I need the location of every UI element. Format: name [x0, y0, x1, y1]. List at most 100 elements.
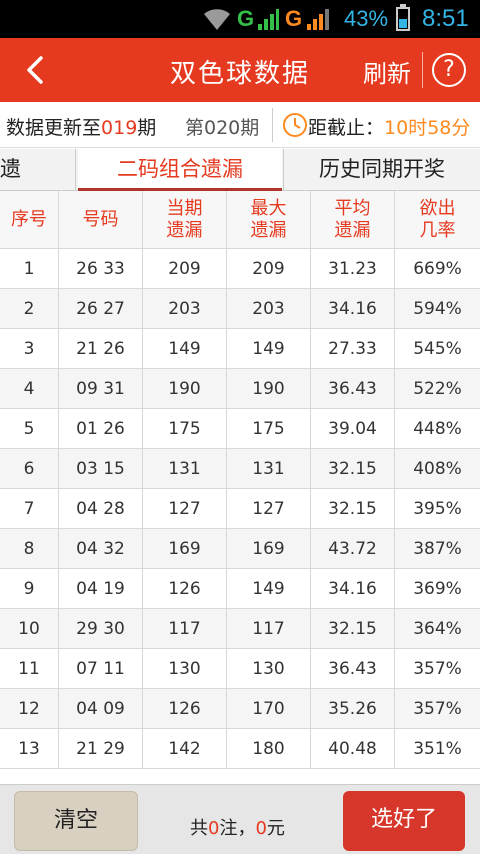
battery-icon [396, 4, 410, 31]
header-cell: 号码 [59, 191, 143, 248]
signal-icon-2 [307, 9, 329, 30]
table-cell: 169 [227, 529, 311, 568]
current-issue: 第020期 [185, 117, 260, 139]
table-row[interactable]: 9 04 19 126 149 34.16 369% [0, 569, 480, 609]
tab-bar: 遗漏 二码组合遗漏 历史同期开奖 [0, 149, 480, 191]
update-status: 数据更新至019期 [6, 117, 157, 139]
confirm-selection-button[interactable]: 选好了 [343, 791, 465, 851]
table-row[interactable]: 3 21 26 149 149 27.33 545% [0, 329, 480, 369]
help-button[interactable]: ? [432, 53, 466, 87]
table-cell: 03 15 [59, 449, 143, 488]
table-cell: 209 [227, 249, 311, 288]
table-cell: 131 [227, 449, 311, 488]
clock-icon [283, 113, 307, 137]
table-cell: 39.04 [311, 409, 395, 448]
table-cell: 669% [413, 258, 462, 279]
table-cell: 43.72 [311, 529, 395, 568]
table-cell: 522% [413, 378, 462, 399]
table-cell: 408% [413, 458, 462, 479]
table-cell: 09 31 [59, 369, 143, 408]
table-cell: 448% [413, 418, 462, 439]
table-cell: 36.43 [311, 369, 395, 408]
table-cell: 12 [0, 689, 59, 728]
table-cell: 142 [143, 729, 227, 768]
table-row[interactable]: 7 04 28 127 127 32.15 395% [0, 489, 480, 529]
table-row[interactable]: 1 26 33 209 209 31.23 669% [0, 249, 480, 289]
deadline-value: 10时58分 [384, 117, 471, 139]
table-cell: 11 [0, 649, 59, 688]
table-cell: 387% [413, 538, 462, 559]
table-cell: 04 28 [59, 489, 143, 528]
table-cell: 32.15 [311, 449, 395, 488]
table-header: 序号 号码 当期 遗漏 最大 遗漏 平均 遗漏 欲出 几率 [0, 191, 480, 249]
table-cell: 131 [143, 449, 227, 488]
table-cell: 117 [227, 609, 311, 648]
table-cell: 149 [227, 569, 311, 608]
table-cell: 10 [0, 609, 59, 648]
table-cell: 149 [227, 329, 311, 368]
table-cell: 169 [143, 529, 227, 568]
table-cell: 170 [227, 689, 311, 728]
title-bar: 双色球数据 刷新 ? [0, 38, 480, 102]
clock-time: 8:51 [422, 5, 469, 32]
table-cell: 130 [227, 649, 311, 688]
table-row[interactable]: 4 09 31 190 190 36.43 522% [0, 369, 480, 409]
wifi-icon [204, 9, 230, 31]
table-row[interactable]: 6 03 15 131 131 32.15 408% [0, 449, 480, 489]
network-type-2: G [285, 6, 303, 31]
tab-history-draws[interactable]: 历史同期开奖 [283, 149, 480, 191]
table-cell: 175 [227, 409, 311, 448]
table-cell: 13 [0, 729, 59, 768]
table-row[interactable]: 10 29 30 117 117 32.15 364% [0, 609, 480, 649]
table-cell: 6 [0, 449, 59, 488]
table-row[interactable]: 8 04 32 169 169 43.72 387% [0, 529, 480, 569]
table-cell: 364% [413, 618, 462, 639]
table-cell: 21 26 [59, 329, 143, 368]
bet-amount: 0 [255, 818, 267, 839]
table-cell: 32.15 [311, 489, 395, 528]
table-cell: 07 11 [59, 649, 143, 688]
table-cell: 190 [227, 369, 311, 408]
refresh-button[interactable]: 刷新 [363, 54, 411, 89]
table-cell: 395% [413, 498, 462, 519]
table-cell: 35.26 [311, 689, 395, 728]
table-cell: 126 [143, 689, 227, 728]
table-cell: 34.16 [311, 569, 395, 608]
table-cell: 130 [143, 649, 227, 688]
table-cell: 369% [413, 578, 462, 599]
table-cell: 117 [143, 609, 227, 648]
table-cell: 175 [143, 409, 227, 448]
clear-button[interactable]: 清空 [14, 791, 138, 851]
table-cell: 203 [143, 289, 227, 328]
tab-two-number-omission[interactable]: 二码组合遗漏 [78, 149, 282, 191]
table-cell: 149 [143, 329, 227, 368]
table-row[interactable]: 5 01 26 175 175 39.04 448% [0, 409, 480, 449]
table-row[interactable]: 13 21 29 142 180 40.48 351% [0, 729, 480, 769]
table-cell: 29 30 [59, 609, 143, 648]
tab-omission[interactable]: 遗漏 [0, 149, 76, 191]
selection-summary: 共0注，0元 [190, 818, 285, 839]
table-cell: 594% [413, 298, 462, 319]
table-cell: 04 09 [59, 689, 143, 728]
table-cell: 26 27 [59, 289, 143, 328]
table-cell: 126 [143, 569, 227, 608]
table-cell: 357% [413, 658, 462, 679]
table-cell: 5 [0, 409, 59, 448]
table-row[interactable]: 12 04 09 126 170 35.26 357% [0, 689, 480, 729]
table-cell: 27.33 [311, 329, 395, 368]
table-row[interactable]: 2 26 27 203 203 34.16 594% [0, 289, 480, 329]
table-cell: 8 [0, 529, 59, 568]
table-cell: 34.16 [311, 289, 395, 328]
table-cell: 01 26 [59, 409, 143, 448]
table-row[interactable]: 11 07 11 130 130 36.43 357% [0, 649, 480, 689]
table-cell: 32.15 [311, 609, 395, 648]
table-cell: 4 [0, 369, 59, 408]
table-cell: 190 [143, 369, 227, 408]
table-cell: 04 32 [59, 529, 143, 568]
table-cell: 357% [413, 698, 462, 719]
header-cell: 序号 [0, 191, 59, 248]
header-cell: 最大 遗漏 [227, 191, 311, 248]
table-cell: 21 29 [59, 729, 143, 768]
table-cell: 2 [0, 289, 59, 328]
battery-percent: 43% [344, 6, 389, 31]
